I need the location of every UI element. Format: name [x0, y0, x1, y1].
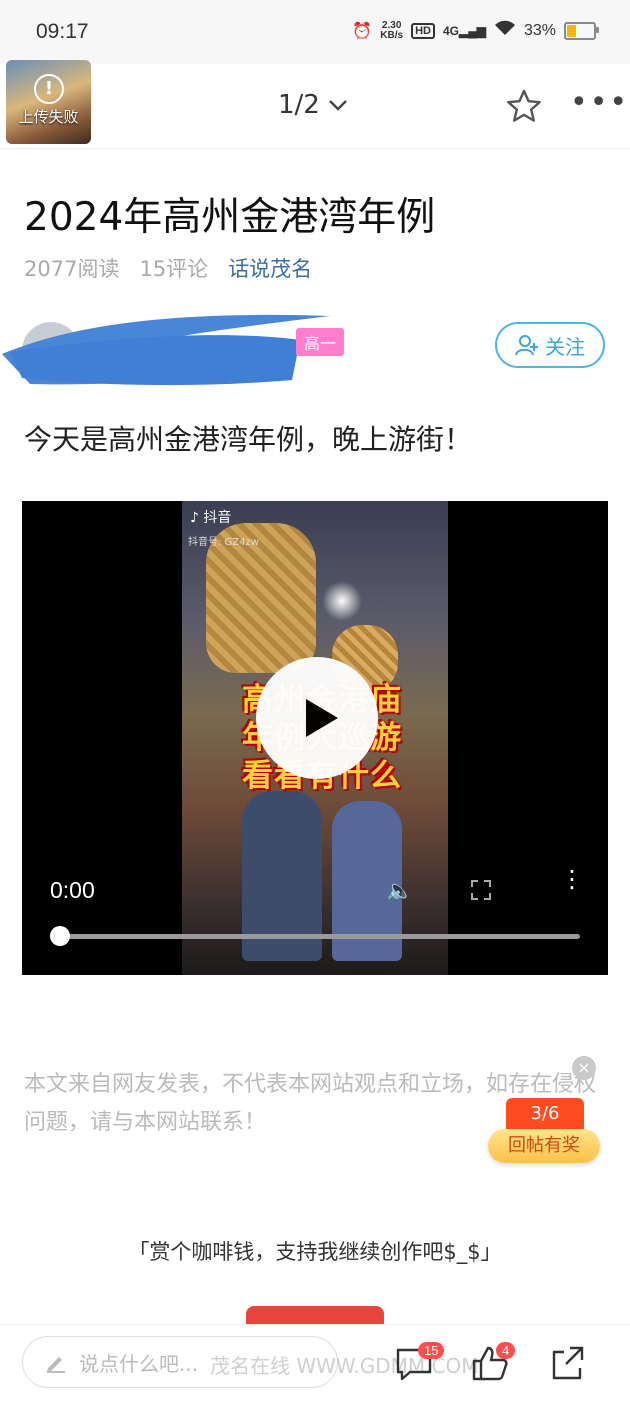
wifi-icon [494, 20, 516, 41]
battery-level [567, 24, 576, 37]
page-selector[interactable]: 1/2 [278, 90, 348, 120]
comment-count: 15评论 [139, 257, 209, 281]
source-link[interactable]: 话说茂名 [228, 253, 312, 283]
pencil-icon [47, 1357, 65, 1373]
upload-thumbnail[interactable]: ! 上传失败 [6, 60, 91, 144]
follow-label: 关注 [545, 334, 585, 359]
fullscreen-icon[interactable] [470, 879, 492, 901]
hd-icon: HD [411, 22, 435, 39]
upload-failed-label: 上传失败 [18, 108, 79, 126]
video-time: 0:00 [50, 877, 95, 903]
status-time: 09:17 [36, 20, 89, 43]
read-count: 2077阅读 [24, 257, 120, 281]
reward-reply-button[interactable]: 回帖有奖 [488, 1129, 600, 1163]
article-meta: 2077阅读 15评论 话说茂名 [24, 253, 312, 283]
favorite-star-icon[interactable] [506, 88, 542, 124]
warning-icon: ! [34, 74, 64, 104]
article-content: 今天是高州金港湾年例，晚上游街！ [24, 423, 473, 456]
add-user-icon [515, 335, 538, 356]
tiktok-logo: ♪ 抖音 [190, 510, 232, 526]
video-player[interactable]: 高州金港庙 年例大巡游 看看有什么 ♪ 抖音 抖音号: GZ4zw 0:00 🔈… [22, 501, 608, 975]
street-light [322, 581, 362, 621]
video-progress-track[interactable] [54, 934, 580, 939]
video-progress-thumb[interactable] [50, 926, 70, 946]
page-indicator-text: 1/2 [278, 90, 320, 120]
alarm-icon: ⏰ [352, 22, 373, 40]
reward-progress: 3/6 [506, 1098, 584, 1130]
article-title: 2024年高州金港湾年例 [24, 195, 436, 240]
redaction-scribble [2, 314, 330, 386]
like-count-badge: 4 [496, 1342, 516, 1359]
play-button[interactable] [256, 657, 378, 779]
video-more-icon[interactable]: ⋮ [560, 867, 584, 891]
close-icon[interactable]: × [572, 1056, 596, 1080]
follow-button[interactable]: 关注 [495, 322, 605, 368]
battery-icon [564, 21, 599, 40]
chevron-down-icon [328, 100, 347, 111]
comment-placeholder: 说点什么吧... [79, 1351, 199, 1376]
more-options-icon[interactable]: ••• [570, 88, 629, 118]
comment-count-badge: 15 [418, 1342, 445, 1359]
net-speed: 2.30 KB/s [380, 19, 404, 41]
tip-prompt: 「赏个咖啡钱，支持我继续创作吧$_$」 [128, 1240, 502, 1264]
volume-icon[interactable]: 🔈 [386, 879, 413, 904]
status-icons: ⏰ 2.30 KB/s HD 4G▂▄▆ 33% [352, 19, 599, 41]
battery-percent: 33% [523, 21, 556, 39]
tiktok-account-id: 抖音号: GZ4zw [188, 537, 259, 548]
share-icon[interactable] [548, 1344, 588, 1384]
signal-icon: 4G▂▄▆ [442, 23, 486, 38]
author-level-badge: 高一 [296, 328, 345, 356]
